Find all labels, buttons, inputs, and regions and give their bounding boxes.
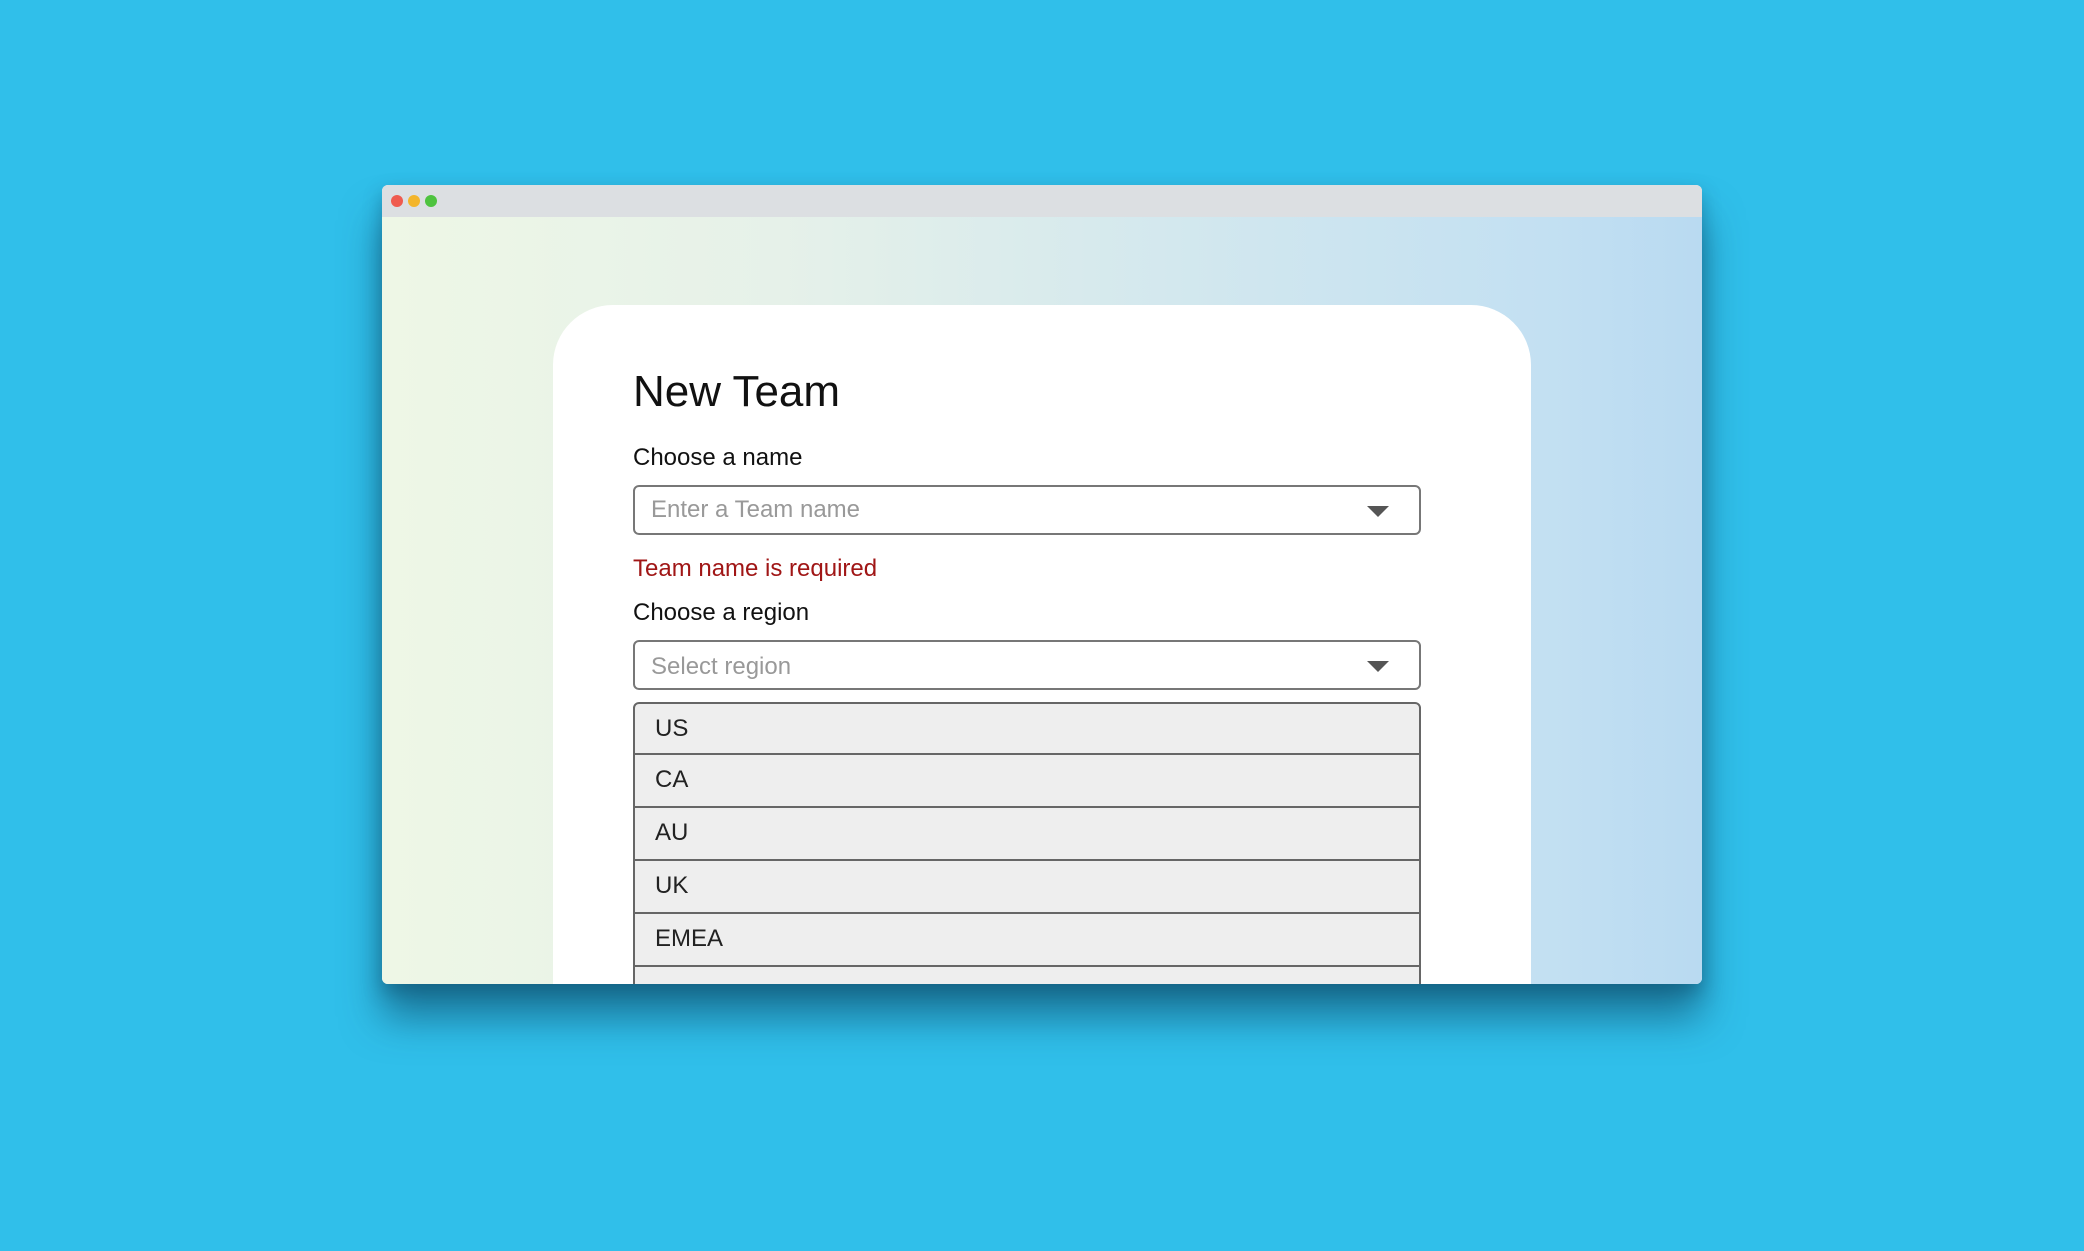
window-titlebar bbox=[382, 185, 1702, 217]
region-select-placeholder: Select region bbox=[651, 653, 792, 680]
region-option-emea[interactable]: EMEA bbox=[633, 914, 1421, 967]
team-name-combobox[interactable] bbox=[633, 485, 1421, 535]
maximize-icon[interactable] bbox=[425, 195, 437, 207]
region-option-uk[interactable]: UK bbox=[633, 861, 1421, 914]
minimize-icon[interactable] bbox=[408, 195, 420, 207]
close-icon[interactable] bbox=[391, 195, 403, 207]
chevron-down-icon[interactable] bbox=[1367, 661, 1389, 672]
region-option-au[interactable]: AU bbox=[633, 808, 1421, 861]
chevron-down-icon[interactable] bbox=[1367, 506, 1389, 517]
region-select[interactable]: Select region bbox=[633, 640, 1421, 690]
page-title: New Team bbox=[633, 367, 841, 416]
browser-window: New Team Choose a name Team name is requ… bbox=[382, 185, 1702, 984]
region-option-us[interactable]: US bbox=[633, 702, 1421, 755]
page-background: New Team Choose a name Team name is requ… bbox=[382, 217, 1702, 984]
region-option-ca[interactable]: CA bbox=[633, 755, 1421, 808]
team-name-input[interactable] bbox=[651, 487, 1351, 533]
team-name-error-message: Team name is required bbox=[633, 555, 878, 582]
team-name-label: Choose a name bbox=[633, 444, 803, 471]
region-label: Choose a region bbox=[633, 599, 810, 626]
region-option-partial[interactable] bbox=[633, 967, 1421, 984]
region-dropdown-list: US CA AU UK EMEA bbox=[633, 702, 1421, 984]
new-team-form-card: New Team Choose a name Team name is requ… bbox=[553, 305, 1531, 984]
